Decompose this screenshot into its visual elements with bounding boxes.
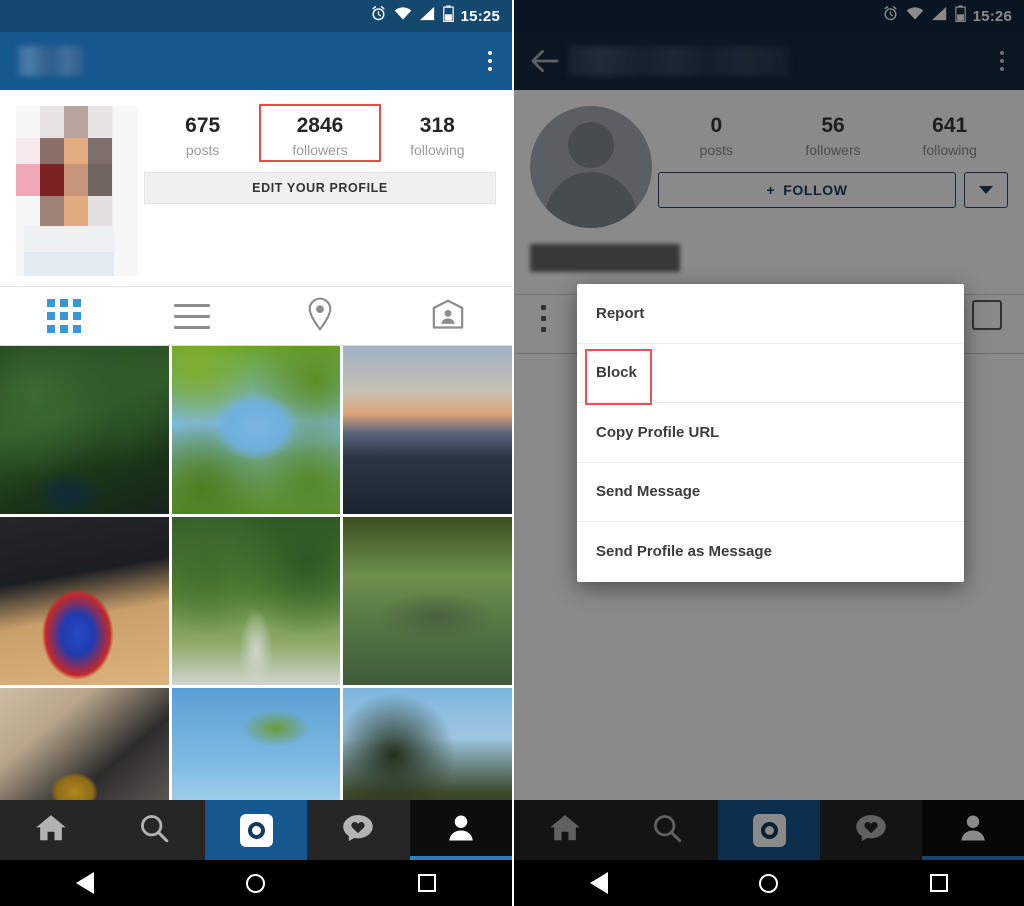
- system-navigation-bar: [514, 860, 1024, 906]
- dual-screenshot-container: 15:25 675 posts 2846 followers 318 follo…: [0, 0, 1024, 906]
- menu-item-label: Copy Profile URL: [596, 423, 720, 441]
- grid-icon: [47, 299, 81, 333]
- app-bar: [0, 32, 512, 90]
- edit-profile-button[interactable]: EDIT YOUR PROFILE: [144, 172, 496, 204]
- menu-item-copy-profile-url[interactable]: Copy Profile URL: [577, 403, 964, 463]
- menu-item-label: Send Message: [596, 483, 701, 501]
- camera-icon: [239, 813, 273, 847]
- system-home-button[interactable]: [246, 873, 266, 893]
- menu-item-label: Report: [596, 304, 645, 322]
- profile-stats-column: 675 posts 2846 followers 318 following E…: [138, 104, 496, 276]
- profile-tab-strip: [0, 286, 512, 346]
- following-count: 318: [419, 114, 455, 137]
- system-navigation-bar: [0, 860, 512, 906]
- system-back-button[interactable]: [589, 872, 608, 894]
- stat-posts[interactable]: 675 posts: [144, 106, 261, 160]
- tagged-photos-tab[interactable]: [384, 287, 512, 345]
- system-home-button[interactable]: [759, 873, 779, 893]
- photo-cell[interactable]: [171, 517, 341, 685]
- home-icon: [35, 813, 67, 848]
- home-tab[interactable]: [0, 800, 102, 860]
- menu-item-block[interactable]: Block: [577, 344, 964, 406]
- activity-tab[interactable]: [307, 800, 409, 860]
- username-title-redacted: [18, 46, 84, 76]
- heart-speech-bubble-icon: [342, 813, 374, 848]
- wifi-icon: [394, 6, 412, 26]
- tagged-person-icon: [432, 298, 464, 335]
- right-phone-screen: 15:26 0 posts 56 followers 641 following…: [512, 0, 1024, 906]
- grid-view-tab[interactable]: [0, 287, 128, 345]
- list-icon: [174, 303, 210, 329]
- battery-icon: [442, 5, 454, 27]
- location-pin-icon: [305, 297, 335, 336]
- status-bar-clock: 15:25: [460, 7, 500, 25]
- followers-count: 2846: [296, 114, 344, 137]
- photo-cell[interactable]: [343, 517, 512, 685]
- search-tab[interactable]: [102, 800, 204, 860]
- profile-header: 675 posts 2846 followers 318 following E…: [0, 90, 512, 286]
- avatar[interactable]: [16, 106, 138, 276]
- posts-count: 675: [185, 114, 221, 137]
- followers-label: followers: [292, 142, 348, 158]
- photo-cell[interactable]: [0, 346, 169, 514]
- stat-followers[interactable]: 2846 followers: [259, 104, 381, 162]
- photo-grid: [0, 346, 512, 856]
- posts-label: posts: [185, 142, 220, 158]
- person-icon: [446, 813, 476, 848]
- system-recents-button[interactable]: [930, 874, 949, 892]
- profile-stats-row: 675 posts 2846 followers 318 following: [144, 104, 496, 162]
- photo-cell[interactable]: [343, 346, 512, 514]
- status-bar: 15:25: [0, 0, 512, 32]
- photo-cell[interactable]: [0, 517, 169, 685]
- alarm-icon: [370, 5, 387, 27]
- search-icon: [139, 813, 169, 848]
- photo-map-tab[interactable]: [256, 287, 384, 345]
- list-view-tab[interactable]: [128, 287, 256, 345]
- left-phone-screen: 15:25 675 posts 2846 followers 318 follo…: [0, 0, 512, 906]
- profile-photo-pixelated[interactable]: [16, 106, 138, 276]
- menu-item-label: Send Profile as Message: [596, 543, 772, 561]
- camera-tab[interactable]: [204, 800, 308, 860]
- system-back-button[interactable]: [76, 872, 95, 894]
- menu-item-send-profile-as-message[interactable]: Send Profile as Message: [577, 522, 964, 582]
- stat-following[interactable]: 318 following: [379, 106, 496, 160]
- menu-item-report[interactable]: Report: [577, 284, 964, 344]
- following-label: following: [410, 142, 465, 158]
- menu-item-label: Block: [585, 349, 652, 406]
- photo-cell[interactable]: [171, 346, 341, 514]
- bottom-navigation-bar: [0, 800, 512, 860]
- signal-icon: [419, 6, 436, 26]
- profile-tab[interactable]: [409, 800, 512, 860]
- system-recents-button[interactable]: [417, 874, 436, 892]
- menu-item-send-message[interactable]: Send Message: [577, 463, 964, 522]
- profile-options-dialog: Report Block Copy Profile URL Send Messa…: [577, 284, 964, 582]
- overflow-menu-icon[interactable]: [482, 45, 498, 77]
